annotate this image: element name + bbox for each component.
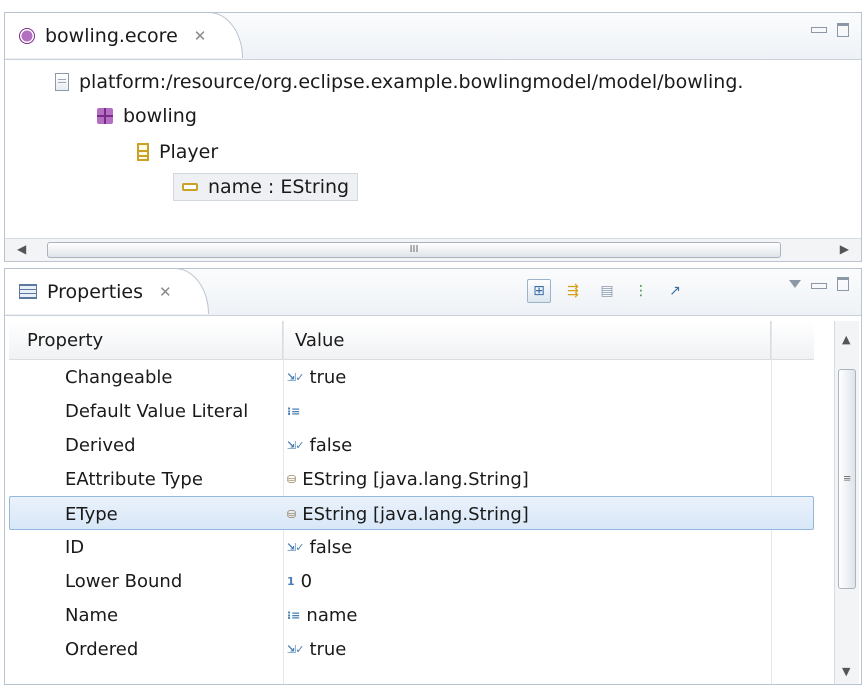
ecore-editor-panel: bowling.ecore ✕ platform:/resource/org.e… bbox=[4, 12, 862, 262]
close-tab-icon[interactable]: ✕ bbox=[194, 27, 207, 45]
eclass-icon bbox=[137, 143, 149, 161]
property-value: false bbox=[309, 536, 353, 558]
properties-view: Properties ✕ ⊞ ⇶ ▤ ⋮ ↗ Property Value Ch… bbox=[4, 268, 862, 685]
restore-default-icon[interactable]: ▤ bbox=[595, 279, 619, 303]
ecore-file-icon bbox=[19, 27, 35, 44]
scroll-grip: III bbox=[409, 244, 419, 255]
properties-window-controls bbox=[789, 277, 849, 291]
table-row[interactable]: EAttribute Type ⛁ EString [java.lang.Stri… bbox=[9, 462, 814, 496]
close-tab-icon[interactable]: ✕ bbox=[159, 283, 172, 301]
table-row[interactable]: ID ⇲✓ false bbox=[9, 530, 814, 564]
editor-window-controls bbox=[811, 23, 849, 37]
boolean-icon: ⇲✓ bbox=[287, 642, 304, 656]
tab-bowling-ecore[interactable]: bowling.ecore ✕ bbox=[4, 12, 244, 58]
show-categories-icon[interactable]: ⊞ bbox=[527, 279, 551, 303]
property-value: EString [java.lang.String] bbox=[302, 503, 529, 525]
tree-node-package[interactable]: bowling bbox=[97, 105, 197, 127]
table-row[interactable]: Default Value Literal ⁝≡ bbox=[9, 394, 814, 428]
property-name: EAttribute Type bbox=[65, 468, 203, 490]
scroll-thumb[interactable]: III bbox=[47, 242, 781, 258]
tab-properties[interactable]: Properties ✕ bbox=[4, 268, 209, 314]
property-value: 0 bbox=[300, 570, 313, 592]
scroll-down-icon[interactable]: ▼ bbox=[842, 665, 850, 678]
property-name: Lower Bound bbox=[65, 570, 183, 592]
property-name: Default Value Literal bbox=[65, 400, 249, 422]
package-name: bowling bbox=[123, 105, 197, 127]
horizontal-scrollbar[interactable]: ◀ III ▶ bbox=[5, 238, 861, 261]
table-row-selected[interactable]: EType ⛁ EString [java.lang.String] bbox=[9, 496, 814, 530]
scroll-grip: ≡ bbox=[843, 473, 852, 485]
property-name: Name bbox=[65, 604, 119, 626]
properties-toolbar: ⊞ ⇶ ▤ ⋮ ↗ bbox=[527, 279, 687, 303]
attribute-label: name : EString bbox=[208, 176, 350, 198]
text-icon: ⁝≡ bbox=[287, 608, 301, 622]
column-header-value[interactable]: Value bbox=[283, 321, 771, 359]
number-icon: 1 bbox=[287, 574, 295, 588]
scroll-up-icon[interactable]: ▲ bbox=[842, 333, 850, 346]
property-name: EType bbox=[65, 503, 118, 525]
property-value: true bbox=[309, 638, 347, 660]
table-row[interactable]: Derived ⇲✓ false bbox=[9, 428, 814, 462]
tab-label: Properties bbox=[47, 280, 144, 303]
editor-tab-bar: bowling.ecore ✕ bbox=[4, 12, 861, 60]
type-icon: ⛁ bbox=[287, 472, 297, 486]
table-row[interactable]: Changeable ⇲✓ true bbox=[9, 360, 814, 394]
properties-tab-bar: Properties ✕ ⊞ ⇶ ▤ ⋮ ↗ bbox=[4, 268, 861, 316]
maximize-icon[interactable] bbox=[837, 277, 849, 291]
table-row[interactable]: Name ⁝≡ name bbox=[9, 598, 814, 632]
column-header-property[interactable]: Property bbox=[9, 321, 283, 359]
properties-icon bbox=[19, 284, 37, 299]
property-value: false bbox=[309, 434, 353, 456]
text-icon: ⁝≡ bbox=[287, 404, 301, 418]
property-name: Derived bbox=[65, 434, 136, 456]
view-menu-icon[interactable] bbox=[789, 280, 801, 288]
maximize-icon[interactable] bbox=[837, 23, 849, 37]
show-advanced-icon[interactable]: ⇶ bbox=[561, 279, 585, 303]
tree-node-resource[interactable]: platform:/resource/org.eclipse.example.b… bbox=[55, 71, 743, 93]
class-name: Player bbox=[159, 141, 219, 163]
tab-label: bowling.ecore bbox=[45, 24, 178, 47]
epackage-icon bbox=[97, 108, 113, 124]
boolean-icon: ⇲✓ bbox=[287, 540, 304, 554]
file-icon bbox=[55, 73, 69, 91]
filter-icon[interactable]: ⋮ bbox=[629, 279, 653, 303]
table-row[interactable]: Ordered ⇲✓ true bbox=[9, 632, 814, 666]
tree-node-attribute[interactable]: name : EString bbox=[173, 173, 359, 201]
eattribute-icon bbox=[182, 183, 198, 191]
type-icon: ⛁ bbox=[287, 507, 297, 521]
scroll-left-icon[interactable]: ◀ bbox=[17, 242, 26, 256]
property-value: EString [java.lang.String] bbox=[302, 468, 529, 490]
boolean-icon: ⇲✓ bbox=[287, 370, 304, 384]
resource-uri: platform:/resource/org.eclipse.example.b… bbox=[79, 71, 744, 93]
minimize-icon[interactable] bbox=[811, 27, 827, 33]
table-header: Property Value bbox=[9, 321, 814, 360]
property-name: Changeable bbox=[65, 366, 173, 388]
property-name: ID bbox=[65, 536, 85, 558]
table-row[interactable]: Lower Bound 10 bbox=[9, 564, 814, 598]
vertical-scrollbar[interactable]: ▲ ≡ ▼ bbox=[834, 321, 859, 684]
minimize-icon[interactable] bbox=[811, 283, 827, 289]
scroll-thumb[interactable]: ≡ bbox=[838, 369, 856, 589]
pin-icon[interactable]: ↗ bbox=[663, 279, 687, 303]
boolean-icon: ⇲✓ bbox=[287, 438, 304, 452]
property-value: name bbox=[306, 604, 358, 626]
scroll-right-icon[interactable]: ▶ bbox=[840, 242, 849, 256]
tree-node-class[interactable]: Player bbox=[137, 141, 218, 163]
property-name: Ordered bbox=[65, 638, 139, 660]
property-value: true bbox=[309, 366, 347, 388]
